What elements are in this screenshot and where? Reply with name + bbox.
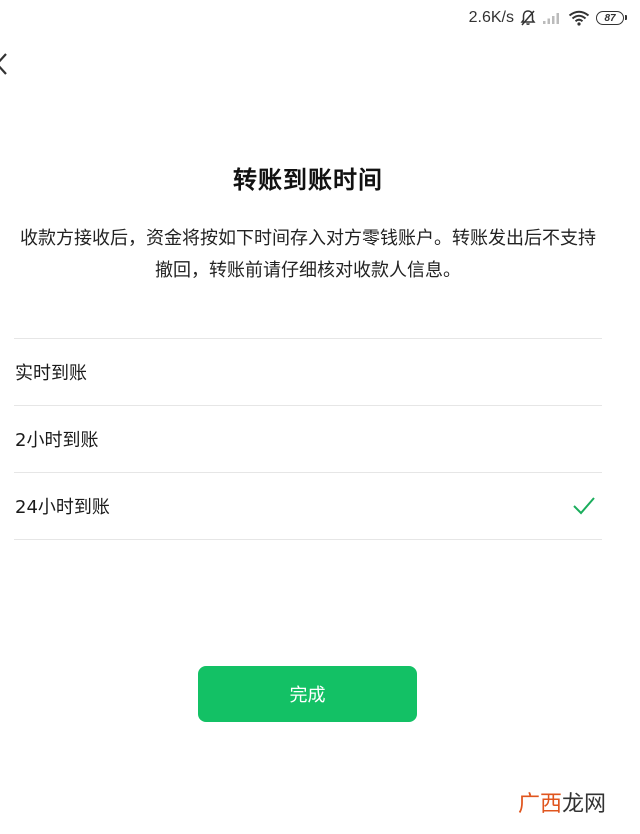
- status-icons: 2.6K/s 87: [468, 7, 627, 29]
- battery-icon: 87: [596, 11, 627, 25]
- battery-level: 87: [604, 12, 616, 24]
- option-label: 2小时到账: [15, 430, 99, 451]
- arrival-time-options: 实时到账 2小时到账 24小时到账: [14, 338, 602, 540]
- page-title: 转账到账时间: [233, 166, 383, 194]
- back-button[interactable]: [0, 50, 14, 78]
- done-button[interactable]: 完成: [198, 666, 417, 722]
- option-24-hours[interactable]: 24小时到账: [14, 473, 602, 540]
- network-speed: 2.6K/s: [468, 9, 514, 26]
- checkmark-icon: [572, 495, 596, 517]
- wifi-icon: [568, 10, 590, 26]
- watermark: 广西龙网: [518, 786, 606, 818]
- option-instant[interactable]: 实时到账: [14, 339, 602, 406]
- bell-muted-icon: [520, 9, 536, 27]
- option-label: 实时到账: [15, 363, 87, 384]
- watermark-part1: 广西: [517, 792, 562, 817]
- status-bar: 2.6K/s 87: [0, 0, 640, 36]
- option-label: 24小时到账: [15, 497, 110, 518]
- watermark-part2: 龙网: [561, 792, 606, 817]
- option-2-hours[interactable]: 2小时到账: [14, 406, 602, 473]
- signal-icon: [542, 11, 562, 25]
- chevron-left-icon: [0, 50, 14, 78]
- page-description: 收款方接收后，资金将按如下时间存入对方零钱账户。转账发出后不支持撤回，转账前请仔…: [20, 228, 596, 281]
